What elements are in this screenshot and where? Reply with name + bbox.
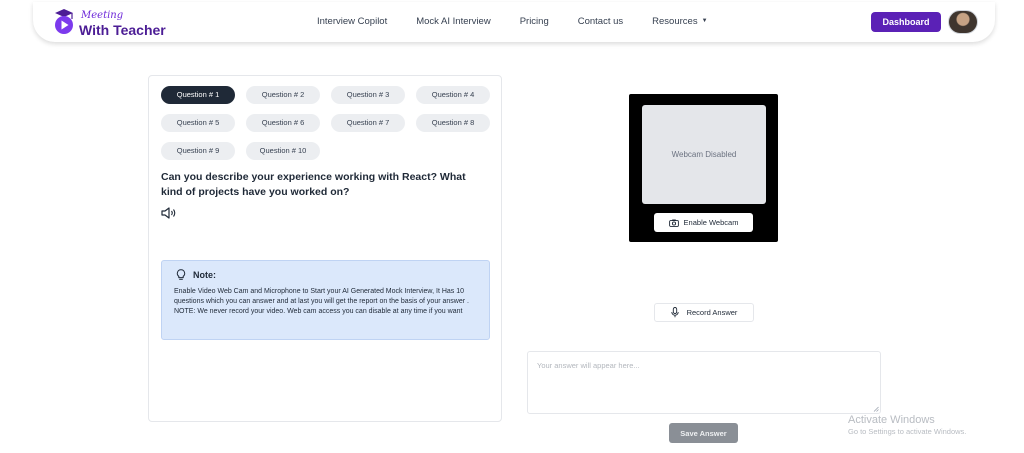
nav-resources-label: Resources bbox=[652, 16, 698, 27]
tab-question-8[interactable]: Question # 8 bbox=[416, 114, 490, 132]
tab-question-10[interactable]: Question # 10 bbox=[246, 142, 320, 160]
camera-icon bbox=[668, 219, 679, 227]
nav-resources[interactable]: Resources ▼ bbox=[652, 16, 707, 30]
dashboard-button[interactable]: Dashboard bbox=[871, 12, 941, 32]
note-body: Enable Video Web Cam and Microphone to S… bbox=[174, 288, 469, 315]
webcam-status: Webcam Disabled bbox=[671, 150, 737, 159]
tab-question-2[interactable]: Question # 2 bbox=[246, 86, 320, 104]
tab-question-1[interactable]: Question # 1 bbox=[161, 86, 235, 104]
enable-webcam-label: Enable Webcam bbox=[683, 218, 739, 227]
chevron-down-icon: ▼ bbox=[701, 18, 708, 24]
logo-play-icon bbox=[55, 9, 73, 34]
webcam-screen: Webcam Disabled bbox=[642, 105, 766, 204]
nav-links: Interview Copilot Mock AI Interview Pric… bbox=[317, 16, 737, 30]
lightbulb-icon bbox=[176, 269, 186, 280]
tab-question-5[interactable]: Question # 5 bbox=[161, 114, 235, 132]
brand-name-bottom: With Teacher bbox=[79, 22, 166, 38]
navbar: Meeting With Teacher Interview Copilot M… bbox=[33, 2, 995, 42]
question-text: Can you describe your experience working… bbox=[161, 171, 466, 198]
microphone-icon bbox=[670, 307, 679, 318]
note-box: Note: Enable Video Web Cam and Microphon… bbox=[161, 260, 490, 340]
avatar[interactable] bbox=[948, 10, 978, 34]
question-card: Question # 1 Question # 2 Question # 3 Q… bbox=[148, 75, 502, 422]
brand-name-top: Meeting bbox=[81, 10, 124, 21]
speaker-icon[interactable] bbox=[161, 207, 177, 219]
record-answer-label: Record Answer bbox=[686, 308, 738, 317]
enable-webcam-button[interactable]: Enable Webcam bbox=[654, 213, 753, 232]
nav-pricing[interactable]: Pricing bbox=[520, 16, 549, 30]
page: Meeting With Teacher Interview Copilot M… bbox=[0, 0, 1024, 453]
answer-textarea[interactable] bbox=[527, 351, 881, 414]
record-answer-button[interactable]: Record Answer bbox=[654, 303, 754, 322]
tab-question-3[interactable]: Question # 3 bbox=[331, 86, 405, 104]
tab-question-6[interactable]: Question # 6 bbox=[246, 114, 320, 132]
webcam-panel: Webcam Disabled Enable Webcam bbox=[629, 94, 778, 242]
resize-handle-icon[interactable] bbox=[873, 406, 879, 412]
nav-interview-copilot[interactable]: Interview Copilot bbox=[317, 16, 387, 30]
note-title: Note: bbox=[193, 270, 216, 280]
activate-windows-title: Activate Windows bbox=[848, 414, 935, 426]
tab-question-7[interactable]: Question # 7 bbox=[331, 114, 405, 132]
nav-contact-us[interactable]: Contact us bbox=[578, 16, 623, 30]
nav-mock-ai-interview[interactable]: Mock AI Interview bbox=[416, 16, 490, 30]
tab-question-4[interactable]: Question # 4 bbox=[416, 86, 490, 104]
activate-windows-subtitle: Go to Settings to activate Windows. bbox=[848, 427, 967, 436]
save-answer-button[interactable]: Save Answer bbox=[669, 423, 738, 443]
tab-question-9[interactable]: Question # 9 bbox=[161, 142, 235, 160]
brand-logo[interactable]: Meeting With Teacher bbox=[51, 8, 191, 38]
